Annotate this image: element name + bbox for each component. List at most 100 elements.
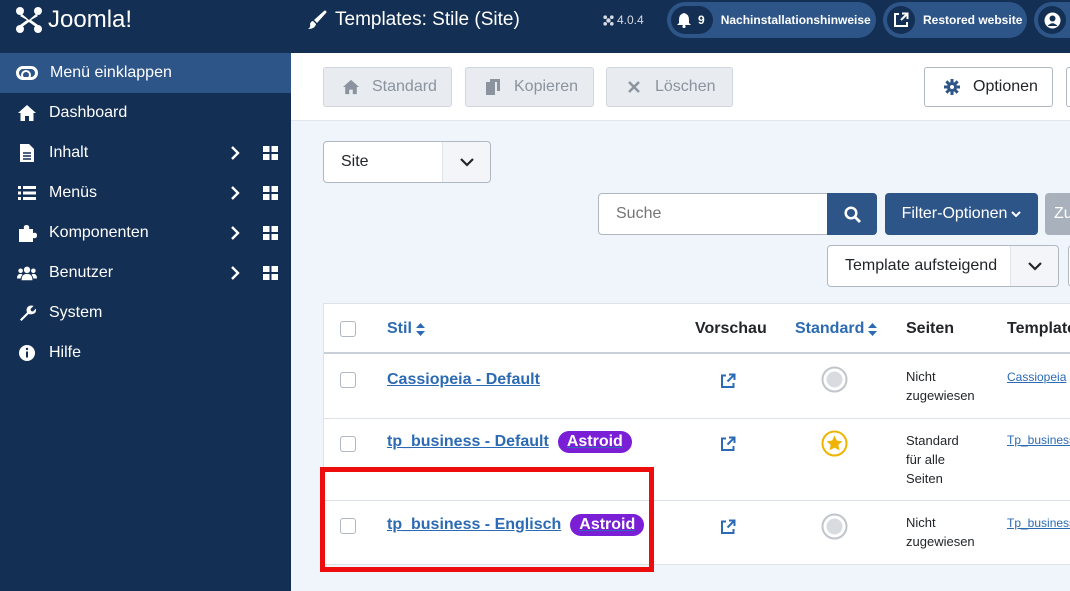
external-link-wrap [887, 6, 915, 34]
chevron-right-icon[interactable] [228, 145, 242, 161]
template-link[interactable]: Tp_business [1007, 516, 1070, 530]
row-checkbox[interactable] [340, 518, 356, 534]
external-link-icon [894, 12, 909, 27]
chevron-right-icon[interactable] [228, 185, 242, 201]
grid-icon[interactable] [263, 146, 278, 160]
column-header-preview: Vorschau [695, 320, 767, 337]
table-row: tp_business - Default Astroid Standard f… [324, 419, 1070, 501]
notifications-label: Nachinstallationshinweise [720, 13, 871, 27]
table-row: Cassiopeia - Default Nicht zugewiesen Ca… [324, 354, 1070, 419]
not-default-icon[interactable] [821, 513, 848, 540]
grid-icon[interactable] [263, 226, 278, 240]
table-header: Stil Vorschau Standard Seiten Template [324, 304, 1070, 354]
menu-collapse-button[interactable]: Menü einklappen [0, 53, 291, 93]
clear-button[interactable]: Zu [1045, 193, 1070, 235]
filter-options-button[interactable]: Filter-Optionen [885, 193, 1038, 235]
user-menu-button[interactable] [1034, 2, 1070, 38]
external-link-icon[interactable] [720, 519, 736, 535]
column-header-style-label: Stil [387, 320, 412, 337]
sidebar-item-label: Komponenten [49, 224, 149, 241]
info-icon [17, 343, 37, 363]
options-label: Optionen [973, 78, 1038, 95]
clear-label: Zu [1054, 205, 1070, 222]
grid-icon[interactable] [263, 186, 278, 200]
standard-label: Standard [372, 78, 437, 95]
style-name: Cassiopeia - Default [387, 371, 540, 388]
options-button[interactable]: Optionen [924, 67, 1053, 107]
select-all-checkbox[interactable] [340, 321, 356, 337]
chevron-down-icon [1011, 210, 1022, 217]
pages-line: Nicht [906, 369, 936, 384]
styles-table: Stil Vorschau Standard Seiten Template C… [323, 303, 1070, 565]
sidebar-item-komponenten[interactable]: Komponenten [0, 213, 291, 253]
external-link-icon[interactable] [720, 373, 736, 389]
search-icon [843, 205, 861, 223]
delete-button[interactable]: Löschen [606, 67, 733, 107]
column-header-default[interactable]: Standard [795, 320, 878, 338]
brand-name: Joomla! [48, 6, 133, 33]
standard-button[interactable]: Standard [323, 67, 452, 107]
delete-label: Löschen [655, 78, 716, 95]
sidebar-item-label: System [49, 304, 103, 321]
column-header-template: Template [1007, 320, 1070, 337]
puzzle-icon [17, 223, 37, 243]
default-star-icon[interactable] [821, 430, 848, 457]
pages-line: Seiten [906, 471, 943, 486]
client-select[interactable]: Site [323, 141, 491, 183]
column-header-default-label: Standard [795, 320, 865, 337]
help-button[interactable] [1066, 67, 1070, 107]
astroid-badge: Astroid [570, 514, 645, 536]
gear-icon [943, 78, 961, 96]
copy-button[interactable]: Kopieren [465, 67, 594, 107]
sidebar-item-label: Dashboard [49, 104, 128, 121]
sort-select-value: Template aufsteigend [845, 257, 998, 274]
joomla-logo[interactable]: Joomla! [0, 0, 291, 40]
pages-cell: Standard für alle Seiten [906, 431, 959, 488]
astroid-badge: Astroid [557, 431, 632, 453]
user-icon [1044, 12, 1060, 28]
pages-cell: Nicht zugewiesen [906, 367, 975, 405]
search-button[interactable] [827, 193, 877, 235]
chevron-right-icon[interactable] [228, 225, 242, 241]
style-link[interactable]: tp_business - Englisch Astroid [387, 514, 645, 536]
sidebar-item-label: Inhalt [49, 144, 89, 161]
row-checkbox[interactable] [340, 436, 356, 452]
pages-line: zugewiesen [906, 534, 975, 549]
style-link[interactable]: Cassiopeia - Default [387, 371, 540, 389]
search-input[interactable] [598, 193, 828, 235]
joomla-logo-icon [16, 7, 42, 33]
chevron-down-icon [442, 142, 490, 182]
sidebar-item-system[interactable]: System [0, 293, 291, 333]
column-header-style[interactable]: Stil [387, 320, 425, 338]
template-link[interactable]: Tp_business [1007, 433, 1070, 447]
template-link[interactable]: Cassiopeia [1007, 370, 1066, 384]
column-header-pages: Seiten [906, 320, 955, 337]
sort-icon [868, 322, 878, 336]
not-default-icon[interactable] [821, 366, 848, 393]
pages-line: Nicht [906, 515, 936, 530]
notifications-button[interactable]: 9 Nachinstallationshinweise [667, 2, 876, 38]
chevron-right-icon[interactable] [228, 265, 242, 281]
menu-collapse-label: Menü einklappen [50, 64, 172, 81]
style-name: tp_business - Default [387, 433, 549, 450]
copy-label: Kopieren [514, 78, 579, 95]
grid-icon[interactable] [263, 266, 278, 280]
toggle-icon [16, 66, 38, 80]
version-text: 4.0.4 [617, 13, 644, 27]
external-link-icon[interactable] [720, 436, 736, 452]
sidebar-item-hilfe[interactable]: Hilfe [0, 333, 291, 373]
pages-line: zugewiesen [906, 388, 975, 403]
sidebar-item-menus[interactable]: Menüs [0, 173, 291, 213]
sort-select[interactable]: Template aufsteigend [827, 245, 1059, 287]
sidebar-item-label: Menüs [49, 184, 98, 201]
sidebar-item-inhalt[interactable]: Inhalt [0, 133, 291, 173]
header: Templates: Stile (Site) 4.0.4 9 Nachinst… [291, 0, 1070, 53]
pages-line: für alle [906, 452, 946, 467]
sidebar-item-benutzer[interactable]: Benutzer [0, 253, 291, 293]
row-checkbox[interactable] [340, 372, 356, 388]
restored-website-button[interactable]: Restored website [883, 2, 1027, 38]
style-link[interactable]: tp_business - Default Astroid [387, 431, 632, 453]
home-icon [342, 78, 360, 96]
toolbar: Standard Kopieren Löschen Optionen [291, 53, 1070, 121]
sidebar-item-dashboard[interactable]: Dashboard [0, 93, 291, 133]
